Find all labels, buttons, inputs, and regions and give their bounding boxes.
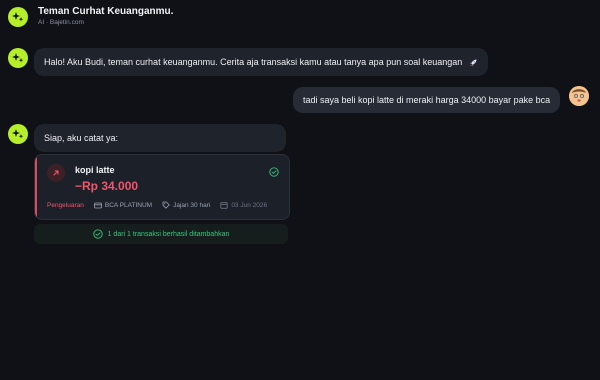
transaction-tag: Jajan 30 hari bbox=[162, 201, 210, 209]
calendar-icon bbox=[220, 202, 228, 209]
chat-subtitle: AI · Bajetin.com bbox=[38, 19, 84, 26]
bot-greeting-bubble: Halo! Aku Budi, teman curhat keuanganmu.… bbox=[34, 48, 488, 76]
check-circle-icon bbox=[92, 229, 103, 239]
bot-avatar bbox=[8, 7, 28, 27]
chat-header: Teman Curhat Keuanganmu. AI · Bajetin.co… bbox=[8, 6, 173, 28]
user-message-text: tadi saya beli kopi latte di meraki harg… bbox=[303, 95, 551, 105]
expense-icon-badge bbox=[47, 164, 65, 182]
transaction-name: kopi latte bbox=[75, 165, 115, 175]
user-message-row: tadi saya beli kopi latte di meraki harg… bbox=[293, 87, 561, 113]
bot-reply-text: Siap, aku catat ya: bbox=[44, 133, 119, 143]
transaction-amount: −Rp 34.000 bbox=[75, 179, 139, 193]
tag-icon bbox=[162, 201, 170, 209]
bot-message-row: Siap, aku catat ya: bbox=[8, 124, 286, 152]
transaction-date-label: 03 Jun 2026 bbox=[231, 201, 268, 209]
sparkle-icon bbox=[12, 53, 24, 63]
bot-message-row: Halo! Aku Budi, teman curhat keuanganmu.… bbox=[8, 48, 488, 76]
transaction-category: Pengeluaran bbox=[47, 201, 84, 209]
success-text: 1 dari 1 transaksi berhasil ditambahkan bbox=[107, 230, 230, 238]
sparkle-icon bbox=[12, 129, 24, 139]
card-icon bbox=[93, 202, 102, 208]
user-avatar bbox=[569, 86, 589, 106]
chat-title: Teman Curhat Keuanganmu. bbox=[38, 6, 174, 17]
user-face-icon bbox=[569, 86, 589, 106]
expense-accent-bar bbox=[35, 155, 37, 219]
transaction-tag-label: Jajan 30 hari bbox=[173, 201, 211, 209]
rocket-icon bbox=[469, 59, 477, 67]
sparkle-icon bbox=[12, 12, 24, 22]
transaction-meta: Pengeluaran BCA PLATINUM Jajan 30 hari 0… bbox=[47, 201, 267, 209]
bot-reply-bubble: Siap, aku catat ya: bbox=[34, 124, 286, 152]
transaction-card[interactable]: kopi latte −Rp 34.000 Pengeluaran BCA PL… bbox=[34, 154, 290, 220]
transaction-account: BCA PLATINUM bbox=[93, 201, 153, 209]
bot-greeting-text: Halo! Aku Budi, teman curhat keuanganmu.… bbox=[44, 57, 463, 67]
user-message-bubble: tadi saya beli kopi latte di meraki harg… bbox=[293, 87, 561, 113]
check-circle-icon bbox=[269, 164, 279, 182]
transaction-account-label: BCA PLATINUM bbox=[104, 201, 153, 209]
success-notice: 1 dari 1 transaksi berhasil ditambahkan bbox=[34, 224, 288, 244]
transaction-date: 03 Jun 2026 bbox=[220, 201, 267, 209]
arrow-up-right-icon bbox=[53, 170, 59, 176]
bot-avatar bbox=[8, 48, 28, 68]
bot-avatar bbox=[8, 124, 28, 144]
